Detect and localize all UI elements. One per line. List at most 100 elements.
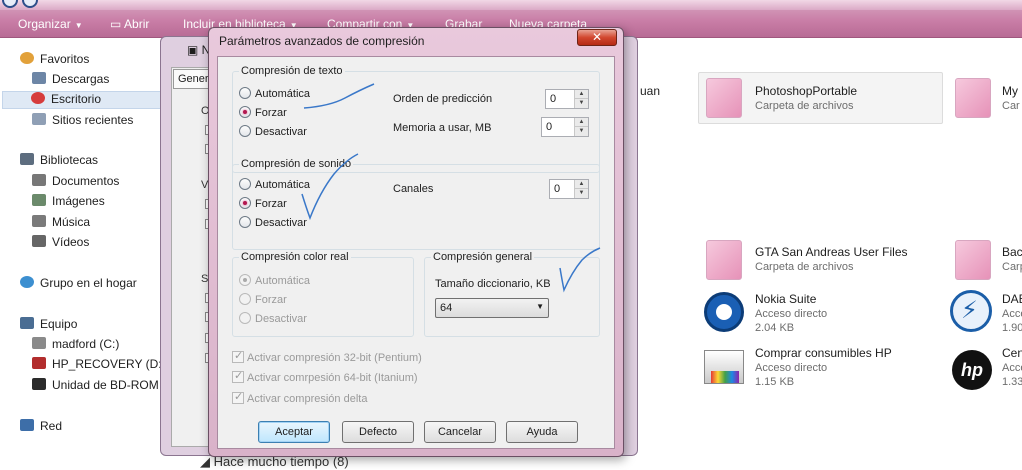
truecolor-disable-radio[interactable]: Desactivar (239, 312, 307, 328)
radio-indicator (239, 87, 251, 99)
enable-64bit-checkbox[interactable]: Activar comrpesión 64-bit (Itanium) (232, 369, 418, 387)
spinner-value: 0 (554, 183, 561, 195)
nav-favorites[interactable]: Favoritos (20, 52, 89, 70)
truecolor-auto-radio[interactable]: Automática (239, 274, 310, 290)
spin-down-icon[interactable]: ▼ (575, 99, 588, 108)
file-item-hp-supplies[interactable]: Comprar consumibles HP Acceso directo 1.15… (755, 346, 892, 388)
checkbox-indicator (232, 369, 244, 383)
channels-spinner[interactable]: 0 ▲ ▼ (549, 179, 589, 199)
nav-images[interactable]: Imágenes (32, 194, 105, 212)
spin-down-icon[interactable]: ▼ (575, 189, 588, 198)
nav-drive-d[interactable]: HP_RECOVERY (D:) (32, 357, 166, 375)
advanced-compression-dialog: Parámetros avanzados de compresión ✕ Com… (208, 27, 624, 457)
radio-indicator (239, 178, 251, 190)
dae-icon (950, 290, 992, 332)
pen-annotation-mark (303, 83, 375, 109)
text-force-radio[interactable]: Forzar (239, 106, 287, 122)
nav-drive-bd[interactable]: Unidad de BD-ROM ( (32, 378, 166, 396)
spin-up-icon[interactable]: ▲ (575, 180, 588, 189)
spinner-buttons[interactable]: ▲ ▼ (574, 118, 588, 136)
spin-down-icon[interactable]: ▼ (575, 127, 588, 136)
open-button[interactable]: ▭ Abrir (110, 17, 149, 31)
nav-downloads[interactable]: Descargas (32, 72, 109, 90)
videos-icon (32, 235, 46, 247)
folder-icon (706, 240, 742, 280)
dictionary-size-label: Tamaño diccionario, KB (435, 278, 551, 290)
file-item-my[interactable]: My Car (1002, 84, 1020, 112)
nav-libraries[interactable]: Bibliotecas (20, 153, 98, 171)
spinner-buttons[interactable]: ▲ ▼ (574, 90, 588, 108)
dialog-title: Parámetros avanzados de compresión (219, 34, 425, 48)
folder-icon: ▭ (110, 17, 122, 31)
group-title: Compresión color real (239, 251, 351, 263)
spinner-value: 0 (550, 93, 557, 105)
file-item-cen[interactable]: CenAcce1.33 (1002, 346, 1022, 388)
sound-force-radio[interactable]: Forzar (239, 197, 287, 213)
close-button[interactable]: ✕ (577, 29, 617, 46)
hp-printer-icon (704, 350, 744, 384)
file-item-gta[interactable]: GTA San Andreas User Files Carpeta de arc… (755, 245, 908, 273)
memory-spinner[interactable]: 0 ▲ ▼ (541, 117, 589, 137)
select-value: 64 (440, 302, 453, 314)
file-item-nokia[interactable]: Nokia Suite Acceso directo 2.04 KB (755, 292, 827, 334)
help-button[interactable]: Ayuda (506, 421, 578, 443)
nav-drive-c[interactable]: madford (C:) (32, 337, 119, 355)
spin-up-icon[interactable]: ▲ (575, 90, 588, 99)
organize-menu[interactable]: Organizar ▼ (18, 17, 83, 31)
enable-32bit-checkbox[interactable]: Activar compresión 32-bit (Pentium) (232, 349, 422, 367)
dictionary-size-select[interactable]: 64 ▼ (435, 298, 549, 318)
folder-icon (955, 78, 991, 118)
folder-icon (955, 240, 991, 280)
checkbox-indicator (232, 390, 244, 404)
radio-indicator (239, 293, 251, 305)
computer-icon (20, 317, 34, 329)
nav-network[interactable]: Red (20, 419, 62, 437)
images-icon (32, 194, 46, 206)
documents-icon (32, 174, 46, 186)
navigation-pane: Favoritos Descargas Escritorio Sitios re… (0, 38, 175, 466)
nokia-suite-icon (704, 292, 744, 332)
memory-label: Memoria a usar, MB (393, 122, 492, 134)
nav-recent[interactable]: Sitios recientes (32, 113, 133, 131)
pen-annotation-mark (559, 247, 601, 293)
downloads-icon (32, 72, 46, 84)
default-button[interactable]: Defecto (342, 421, 414, 443)
text-disable-radio[interactable]: Desactivar (239, 125, 307, 141)
radio-indicator (239, 216, 251, 228)
radio-indicator (239, 312, 251, 324)
hp-drive-icon (32, 357, 46, 369)
cancel-button[interactable]: Cancelar (424, 421, 496, 443)
title-strip (0, 0, 1022, 10)
nav-homegroup[interactable]: Grupo en el hogar (20, 276, 137, 294)
radio-indicator (239, 106, 251, 118)
radio-indicator (239, 274, 251, 286)
radio-indicator (239, 125, 251, 137)
prediction-order-spinner[interactable]: 0 ▲ ▼ (545, 89, 589, 109)
file-item-dae[interactable]: DAEAcce1.90 (1002, 292, 1022, 334)
nav-videos[interactable]: Vídeos (32, 235, 89, 253)
prediction-order-label: Orden de predicción (393, 93, 493, 105)
nav-documents[interactable]: Documentos (32, 174, 119, 192)
file-item-back[interactable]: BackCarp (1002, 245, 1022, 273)
homegroup-icon (20, 276, 34, 288)
radio-indicator (239, 197, 251, 209)
tab-general[interactable]: Genera (173, 69, 213, 89)
ok-button[interactable]: Aceptar (258, 421, 330, 443)
nav-desktop[interactable]: Escritorio (2, 91, 172, 109)
recent-places-icon (32, 113, 46, 125)
drive-icon (32, 337, 46, 349)
channels-label: Canales (393, 183, 434, 195)
spinner-buttons[interactable]: ▲ ▼ (574, 180, 588, 198)
file-item-photoshop[interactable]: PhotoshopPortable Carpeta de archivos (755, 84, 857, 112)
star-icon (20, 52, 34, 64)
enable-delta-checkbox[interactable]: Activar compresión delta (232, 390, 367, 408)
group-title: Compresión de texto (239, 65, 345, 77)
spin-up-icon[interactable]: ▲ (575, 118, 588, 127)
truecolor-compression-group: Compresión color real Automática Forzar … (232, 251, 414, 337)
nav-music[interactable]: Música (32, 215, 90, 233)
nav-computer[interactable]: Equipo (20, 317, 77, 335)
music-icon (32, 215, 46, 227)
hp-logo-icon: hp (952, 350, 992, 390)
folder-icon (706, 78, 742, 118)
truecolor-force-radio[interactable]: Forzar (239, 293, 287, 309)
